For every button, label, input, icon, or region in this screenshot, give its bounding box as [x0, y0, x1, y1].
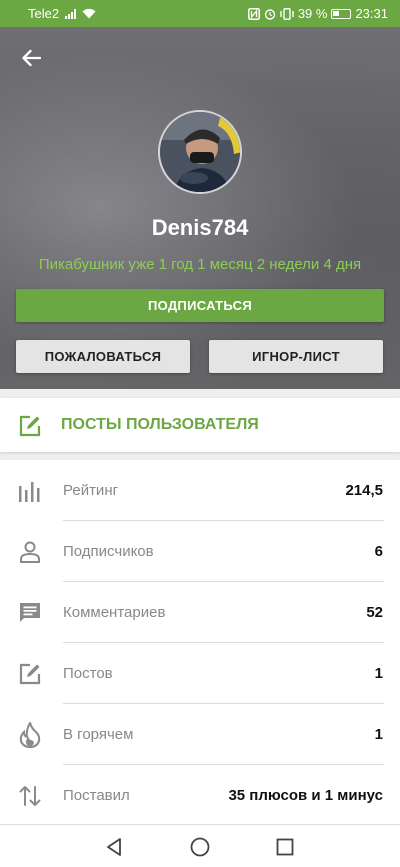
navigation-bar — [0, 824, 400, 867]
arrow-left-icon — [22, 49, 41, 67]
stat-value: 6 — [374, 543, 383, 560]
stat-label: Подписчиков — [63, 543, 154, 560]
user-posts-link[interactable]: ПОСТЫ ПОЛЬЗОВАТЕЛЯ — [0, 398, 400, 452]
stat-label: Постов — [63, 665, 113, 682]
carrier-name: Tele2 — [28, 6, 60, 21]
stat-votes: Поставил 35 плюсов и 1 минус — [0, 765, 400, 826]
stat-label: В горячем — [63, 726, 134, 743]
clock: 23:31 — [355, 6, 388, 21]
rating-icon — [17, 478, 43, 504]
signal-icon — [65, 8, 77, 19]
nfc-icon — [247, 7, 260, 20]
edit-icon — [19, 415, 41, 437]
stat-value: 214,5 — [345, 482, 383, 499]
stat-hot[interactable]: В горячем 1 — [0, 704, 400, 765]
stat-label: Комментариев — [63, 604, 166, 621]
avatar[interactable] — [158, 110, 242, 194]
wifi-icon — [82, 8, 96, 19]
stat-value: 52 — [366, 604, 383, 621]
comments-icon — [17, 600, 43, 626]
stat-comments[interactable]: Комментариев 52 — [0, 582, 400, 643]
nav-recents-button[interactable] — [272, 834, 298, 860]
stat-value: 1 — [374, 726, 383, 743]
alarm-icon — [264, 8, 276, 20]
stat-value: 1 — [374, 665, 383, 682]
ignore-list-button[interactable]: ИГНОР-ЛИСТ — [209, 340, 383, 373]
user-posts-label: ПОСТЫ ПОЛЬЗОВАТЕЛЯ — [61, 416, 259, 433]
stat-label: Рейтинг — [63, 482, 119, 499]
posts-icon — [17, 661, 43, 687]
battery-icon — [331, 8, 352, 19]
back-button[interactable] — [14, 43, 48, 73]
member-since: Пикабушник уже 1 год 1 месяц 2 недели 4 … — [38, 256, 362, 273]
username: Denis784 — [151, 215, 249, 240]
triangle-back-icon — [107, 838, 121, 856]
subscribers-icon — [17, 539, 43, 565]
stat-value: 35 плюсов и 1 минус — [228, 787, 383, 804]
subscribe-button[interactable]: ПОДПИСАТЬСЯ — [16, 289, 384, 322]
vibrate-icon — [280, 7, 294, 20]
square-recents-icon — [276, 838, 294, 856]
votes-icon — [17, 783, 43, 809]
stat-posts[interactable]: Постов 1 — [0, 643, 400, 704]
stat-rating: Рейтинг 214,5 — [0, 460, 400, 521]
report-button[interactable]: ПОЖАЛОВАТЬСЯ — [16, 340, 190, 373]
hot-icon — [17, 722, 43, 748]
battery-percent: 39 % — [297, 6, 328, 21]
stat-label: Поставил — [63, 787, 130, 804]
stat-subscribers[interactable]: Подписчиков 6 — [0, 521, 400, 582]
profile-header: Denis784 Пикабушник уже 1 год 1 месяц 2 … — [0, 27, 400, 389]
nav-back-button[interactable] — [101, 834, 127, 860]
status-bar: Tele2 39 % 23:31 — [0, 0, 400, 27]
avatar-photo — [160, 112, 240, 192]
nav-home-button[interactable] — [187, 834, 213, 860]
circle-home-icon — [190, 837, 210, 857]
stats-list: Рейтинг 214,5 Подписчиков 6 Комментариев… — [0, 460, 400, 826]
